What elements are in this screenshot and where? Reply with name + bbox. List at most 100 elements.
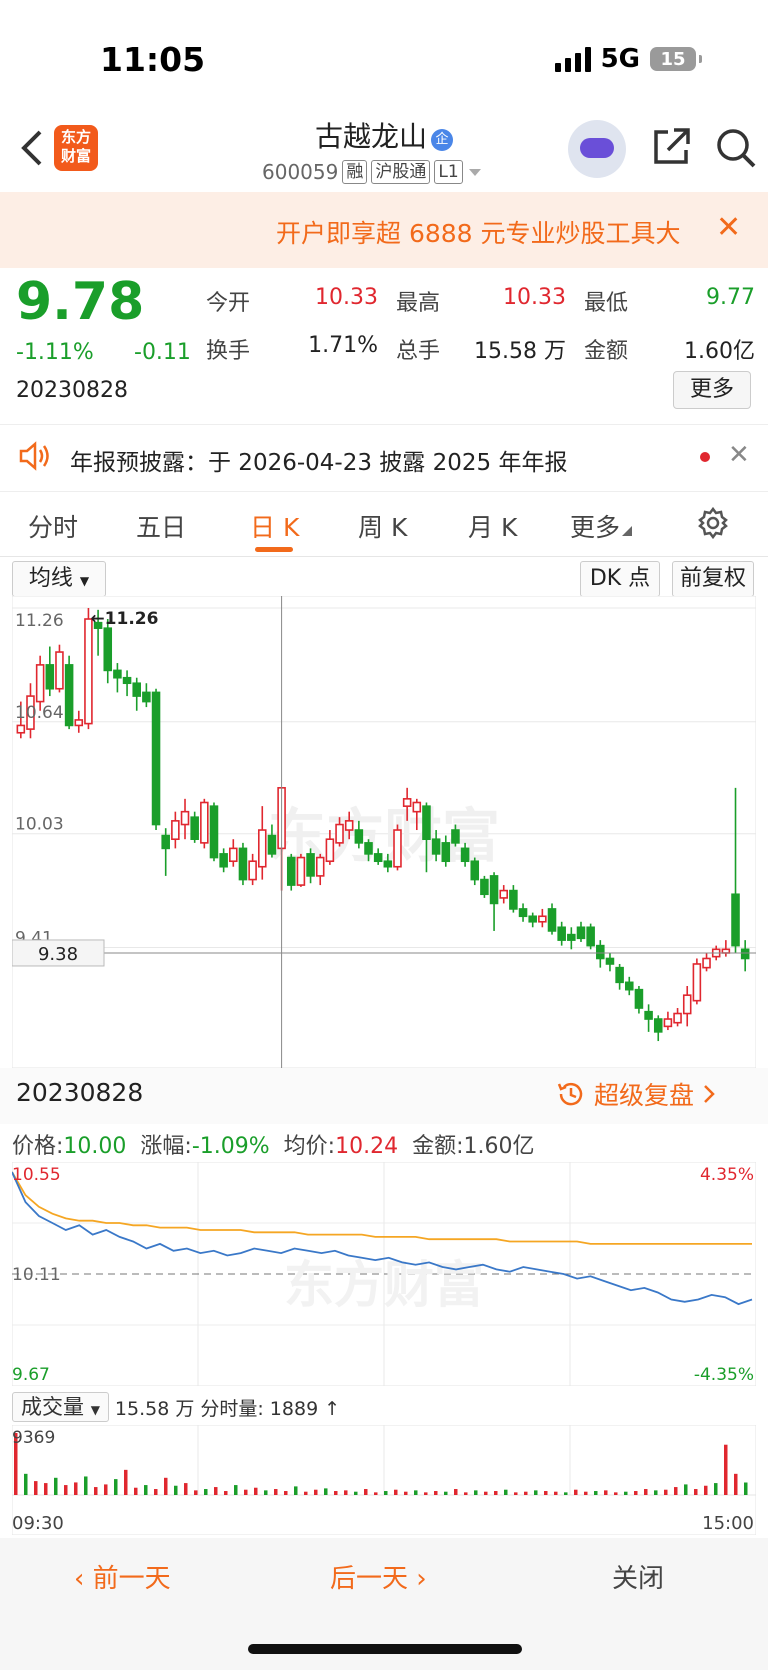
volume-bar — [654, 1490, 658, 1495]
volume-bar — [274, 1489, 278, 1495]
volume-bar — [644, 1489, 648, 1495]
volume-bar — [414, 1490, 418, 1495]
kline-y-label: 11.26 — [15, 611, 64, 631]
replay-label: 超级复盘 — [594, 1081, 695, 1110]
dk-point-button[interactable]: DK 点 — [580, 561, 660, 597]
candle — [132, 682, 142, 697]
volume-bar — [104, 1484, 108, 1495]
corner-triangle-icon — [622, 526, 633, 536]
more-stats-button[interactable]: 更多 — [673, 371, 751, 409]
candle — [509, 889, 518, 910]
candle — [538, 915, 547, 923]
axis-low: 9.67 — [12, 1365, 50, 1385]
volume-bar — [694, 1489, 698, 1495]
ma-selector[interactable]: 均线 ▼ — [12, 561, 106, 597]
close-button[interactable]: 关闭 — [612, 1558, 664, 1595]
amt-value: 1.60亿 — [463, 1134, 535, 1159]
candle — [364, 842, 373, 855]
candle — [286, 856, 296, 886]
tab-intraday[interactable]: 分时 — [28, 508, 78, 544]
status-icons: 5G 15 — [554, 44, 702, 74]
x-label-end: 15:00 — [702, 1513, 754, 1534]
volume-bar — [244, 1489, 248, 1495]
candle — [422, 805, 431, 841]
volume-bar — [324, 1488, 328, 1495]
prev-day-button[interactable]: ‹ 前一天 — [74, 1558, 171, 1595]
tab-more-label: 更多 — [570, 513, 621, 542]
volume-bar — [124, 1469, 128, 1495]
candle — [267, 834, 277, 855]
tab-weekly-k[interactable]: 周 K — [358, 508, 407, 544]
gear-icon[interactable] — [696, 506, 730, 540]
candle — [731, 893, 740, 947]
intraday-date: 20230828 — [16, 1078, 144, 1107]
volume-bar — [44, 1483, 48, 1495]
candle — [151, 691, 161, 826]
kline-chart[interactable]: 东方财富11.2610.6410.039.41←11.269.38 — [12, 596, 756, 1068]
volume-bar — [604, 1490, 608, 1495]
volume-bar — [344, 1490, 348, 1495]
search-icon[interactable] — [714, 126, 758, 170]
caret-down-icon: ▼ — [90, 1403, 100, 1417]
volume-selector[interactable]: 成交量 ▼ — [12, 1392, 109, 1422]
status-time: 11:05 — [100, 40, 206, 79]
volume-bar — [54, 1477, 58, 1495]
close-icon[interactable]: ✕ — [728, 440, 750, 470]
volume-bar — [24, 1473, 28, 1495]
close-icon[interactable]: ✕ — [716, 210, 741, 245]
volume-selector-label: 成交量 — [21, 1395, 84, 1419]
prev-day-label: 前一天 — [92, 1564, 171, 1594]
volume-max-label: 9369 — [12, 1428, 55, 1448]
value-turnover: 1.71% — [308, 333, 378, 358]
share-icon[interactable] — [650, 126, 692, 168]
value-low: 9.77 — [706, 285, 755, 310]
volume-bar — [354, 1491, 358, 1495]
volume-bar — [154, 1489, 158, 1495]
volume-bar — [294, 1486, 298, 1495]
adjust-button[interactable]: 前复权 — [672, 561, 754, 597]
stock-code-row[interactable]: 600059 融 沪股通 L1 — [262, 160, 483, 184]
candle — [402, 798, 412, 807]
volume-bar — [594, 1491, 598, 1495]
tick-volume: 分时量: 1889 ↑ — [200, 1397, 341, 1420]
axis-mid: 10.11 — [12, 1265, 61, 1285]
notice-text: 年报预披露：于 2026-04-23 披露 2025 年年报 — [70, 450, 568, 476]
volume-bar — [194, 1490, 198, 1495]
value-amount: 1.60亿 — [684, 339, 755, 364]
tab-daily-k[interactable]: 日 K — [250, 508, 299, 544]
candle — [180, 810, 190, 826]
candle — [296, 856, 306, 886]
label-turnover: 换手 — [206, 339, 251, 364]
candle — [586, 926, 595, 947]
candle — [412, 801, 422, 813]
tab-more[interactable]: 更多 — [570, 508, 633, 544]
change-percent: -1.11% — [16, 340, 94, 365]
assistant-robot-icon[interactable] — [568, 120, 626, 178]
candle — [673, 1012, 682, 1024]
candle — [624, 981, 634, 991]
label-amount: 金额 — [584, 339, 629, 364]
tab-five-day[interactable]: 五日 — [136, 508, 186, 544]
super-replay-button[interactable]: 超级复盘 — [556, 1076, 716, 1112]
active-tab-indicator — [255, 547, 293, 552]
candle — [200, 801, 209, 844]
tag-level: L1 — [434, 160, 463, 184]
candle — [122, 676, 132, 685]
tab-monthly-k[interactable]: 月 K — [468, 508, 517, 544]
kline-y-label: 10.03 — [15, 815, 64, 835]
candle — [653, 1018, 663, 1033]
volume-bar — [734, 1473, 738, 1495]
quote-date: 20230828 — [16, 378, 128, 403]
candle — [55, 651, 64, 690]
history-clock-icon — [557, 1082, 583, 1106]
volume-bar — [674, 1487, 678, 1495]
intraday-chart[interactable]: 东方财富 10.55 10.11 9.67 4.35% -4.35% — [12, 1162, 756, 1386]
volume-bar — [164, 1477, 168, 1495]
candle — [257, 829, 267, 868]
current-price: 9.78 — [16, 272, 145, 332]
candle — [354, 829, 364, 844]
volume-bar — [254, 1487, 258, 1495]
next-day-button[interactable]: 后一天 › — [330, 1558, 427, 1595]
volume-bar — [574, 1489, 578, 1495]
candle — [161, 834, 170, 850]
